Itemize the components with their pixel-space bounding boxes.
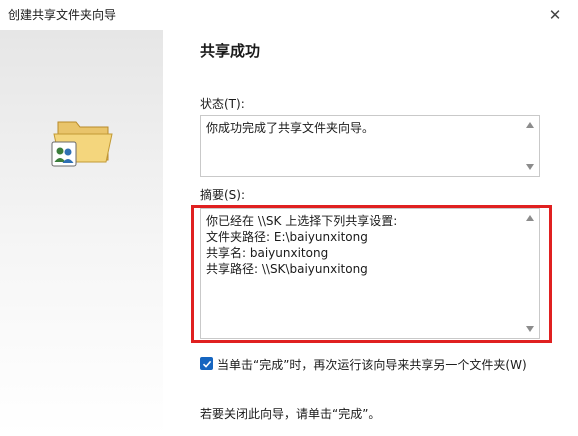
window-title: 创建共享文件夹向导 [8,8,117,22]
scroll-down-icon[interactable] [526,164,534,170]
status-label: 状态(T): [200,97,245,111]
footer-instruction: 若要关闭此向导，请单击“完成”。 [200,407,381,421]
wizard-sidebar [0,30,163,436]
status-textbox[interactable]: 你成功完成了共享文件夹向导。 [200,115,540,177]
page-heading: 共享成功 [200,42,261,60]
status-scrollbar[interactable] [522,116,539,176]
scroll-down-icon[interactable] [526,326,534,332]
run-again-label[interactable]: 当单击“完成”时，再次运行该向导来共享另一个文件夹(W) [217,356,527,373]
summary-label: 摘要(S): [200,188,246,202]
status-text: 你成功完成了共享文件夹向导。 [206,121,375,135]
checkmark-icon [202,360,211,368]
close-button[interactable]: ✕ [532,0,578,30]
title-bar: 创建共享文件夹向导 ✕ [0,0,578,30]
scroll-up-icon[interactable] [526,122,534,128]
run-again-checkbox[interactable] [200,357,213,370]
close-icon: ✕ [548,6,562,24]
summary-scrollbar[interactable] [522,209,539,338]
shared-folder-icon [51,121,113,167]
summary-text: 你已经在 \\SK 上选择下列共享设置: 文件夹路径: E:\baiyunxit… [206,214,398,276]
scroll-up-icon[interactable] [526,215,534,221]
summary-textbox[interactable]: 你已经在 \\SK 上选择下列共享设置: 文件夹路径: E:\baiyunxit… [200,208,540,339]
